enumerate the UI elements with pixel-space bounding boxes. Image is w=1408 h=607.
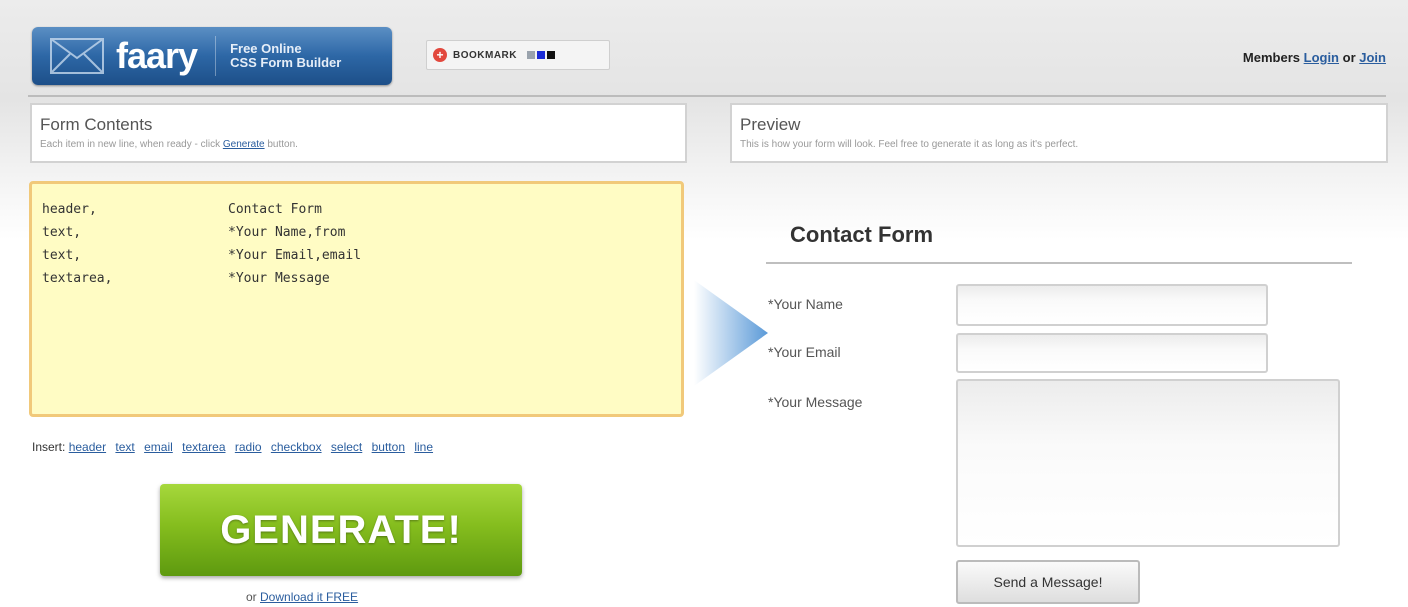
header-divider (28, 95, 1386, 97)
editor-line: header, Contact Form (42, 198, 671, 221)
arrow-right-icon (694, 280, 768, 386)
your-email-input[interactable] (956, 333, 1268, 373)
join-link[interactable]: Join (1359, 50, 1386, 65)
preview-header: Preview This is how your form will look.… (730, 103, 1388, 163)
logo-divider (215, 36, 217, 76)
send-message-button[interactable]: Send a Message! (956, 560, 1140, 604)
insert-select-link[interactable]: select (331, 440, 362, 454)
insert-text-link[interactable]: text (115, 440, 134, 454)
editor-line-value: *Your Email,email (228, 248, 362, 263)
insert-textarea-link[interactable]: textarea (182, 440, 225, 454)
preview-form-divider (766, 262, 1352, 264)
members-bar: Members Login or Join (1243, 50, 1386, 65)
form-contents-title: Form Contents (40, 115, 153, 134)
plus-icon: + (433, 48, 447, 62)
subtitle-prefix: Each item in new line, when ready - clic… (40, 139, 221, 150)
or-text: or (1342, 50, 1356, 65)
editor-line-type: text, (42, 225, 82, 240)
members-label: Members (1242, 50, 1300, 65)
editor-line: textarea, *Your Message (42, 267, 671, 290)
editor-line: text, *Your Email,email (42, 244, 671, 267)
insert-bar: Insert: header text email textarea radio… (32, 440, 439, 454)
login-link[interactable]: Login (1304, 50, 1339, 65)
editor-line-type: header, (42, 202, 97, 217)
insert-button-link[interactable]: button (372, 440, 405, 454)
logo-tagline: Free Online CSS Form Builder (230, 42, 341, 70)
bookmark-label: BOOKMARK (453, 49, 517, 61)
insert-line-link[interactable]: line (414, 440, 433, 454)
preview-title: Preview (740, 115, 801, 134)
editor-line-type: text, (42, 248, 82, 263)
editor-line: text, *Your Name,from (42, 221, 671, 244)
your-message-textarea[interactable] (956, 379, 1340, 547)
your-name-label: *Your Name (768, 296, 843, 312)
editor-line-type: textarea, (42, 271, 113, 286)
logo-tagline-line2: CSS Form Builder (230, 55, 342, 70)
form-contents-editor[interactable]: header, Contact Form text, *Your Name,fr… (29, 181, 684, 417)
bookmark-button[interactable]: + BOOKMARK (426, 40, 610, 70)
editor-line-value: *Your Name,from (228, 225, 346, 240)
your-email-label: *Your Email (768, 344, 841, 360)
envelope-icon (50, 38, 104, 74)
insert-radio-link[interactable]: radio (235, 440, 262, 454)
generate-button[interactable]: GENERATE! (160, 484, 522, 576)
share-icon (547, 51, 555, 59)
your-message-label: *Your Message (768, 394, 863, 410)
insert-checkbox-link[interactable]: checkbox (271, 440, 322, 454)
editor-line-value: Contact Form (228, 202, 322, 217)
insert-header-link[interactable]: header (69, 440, 106, 454)
share-icon (527, 51, 535, 59)
editor-line-value: *Your Message (228, 271, 330, 286)
form-contents-subtitle: Each item in new line, when ready - clic… (40, 139, 677, 150)
download-prefix: or (246, 590, 257, 604)
logo-tagline-line1: Free Online (230, 41, 302, 56)
faary-logo[interactable]: faary Free Online CSS Form Builder (32, 27, 392, 85)
generate-link[interactable]: Generate (223, 139, 265, 150)
share-icon (537, 51, 545, 59)
download-line: or Download it FREE (246, 590, 358, 604)
logo-name: faary (116, 35, 198, 76)
insert-label: Insert: (32, 440, 66, 454)
form-contents-header: Form Contents Each item in new line, whe… (30, 103, 687, 163)
your-name-input[interactable] (956, 284, 1268, 326)
subtitle-suffix: button. (267, 139, 298, 150)
insert-email-link[interactable]: email (144, 440, 173, 454)
share-icons (527, 51, 555, 59)
download-link[interactable]: Download it FREE (260, 590, 358, 604)
preview-subtitle: This is how your form will look. Feel fr… (740, 139, 1079, 150)
preview-form-title: Contact Form (790, 222, 933, 247)
